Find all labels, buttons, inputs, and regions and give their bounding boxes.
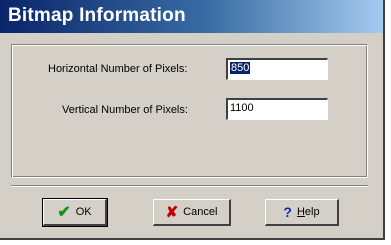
- horizontal-pixels-input[interactable]: 850: [226, 58, 328, 80]
- cancel-label: Cancel: [183, 206, 218, 218]
- vertical-pixels-input[interactable]: 1100: [226, 98, 328, 120]
- vertical-pixels-label: Vertical Number of Pixels:: [62, 104, 188, 116]
- title-bar[interactable]: Bitmap Information: [0, 0, 383, 33]
- help-label-rest: elp: [304, 206, 320, 218]
- help-label-mnemonic: H: [296, 206, 305, 218]
- vertical-pixels-value: 1100: [230, 102, 254, 114]
- help-button[interactable]: ? Help: [265, 199, 339, 226]
- question-mark-icon: ?: [283, 204, 292, 220]
- horizontal-pixels-value: 850: [230, 62, 251, 74]
- cancel-button[interactable]: ✘ Cancel: [153, 199, 231, 226]
- dialog-title: Bitmap Information: [8, 5, 186, 26]
- ok-label: OK: [75, 206, 92, 218]
- x-icon: ✘: [165, 204, 179, 221]
- bitmap-information-dialog: Bitmap Information Horizontal Number of …: [0, 0, 385, 240]
- ok-button[interactable]: ✔ OK: [42, 198, 108, 227]
- checkmark-icon: ✔: [57, 204, 71, 221]
- help-label: Help: [297, 206, 320, 218]
- horizontal-pixels-label: Horizontal Number of Pixels:: [48, 63, 188, 75]
